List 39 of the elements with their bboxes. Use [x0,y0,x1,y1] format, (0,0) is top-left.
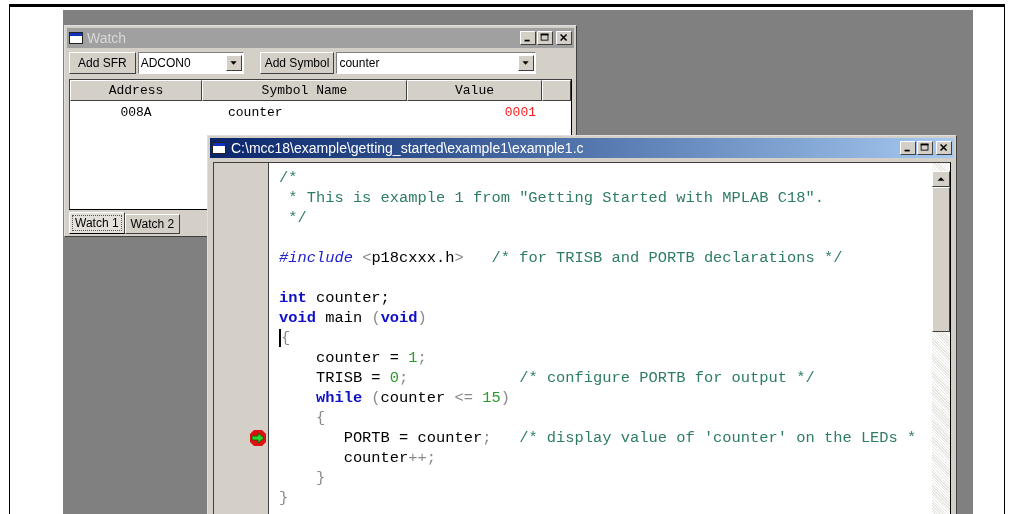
code-line: while (counter <= 15) [314,388,510,408]
watch-tab[interactable]: Watch 1 [69,212,125,234]
table-cell-text: counter [227,104,284,123]
code-line: PORTB = counter; /* display value of 'counter' on the LEDs * [342,428,917,448]
column-header[interactable]: Value [407,80,542,101]
minimize-icon[interactable] [520,31,536,45]
close-icon[interactable] [556,31,572,45]
column-header[interactable]: Address [70,80,202,101]
window-icon [69,32,83,44]
watch-tab[interactable]: Watch 2 [124,214,181,234]
code-line: #include <p18cxxx.h> /* for TRISB and PORTB declarations */ [279,248,843,268]
window-title: C:\mcc18\example\getting_started\example1\example1.c [231,138,585,158]
code-line: int counter; [279,288,390,308]
code-line: } [279,488,289,508]
symbol-dropdown[interactable]: counter [336,52,537,74]
code-line: { [281,328,291,348]
table-cell-text: 0001 [503,104,537,123]
scroll-thumb[interactable] [932,187,950,332]
column-header[interactable]: Symbol Name [202,80,407,101]
code-line: counter++; [342,448,437,468]
add-symbol-button[interactable]: Add Symbol [259,52,335,74]
window-title: Watch [87,28,128,48]
code-line: /* [279,168,298,188]
minimize-icon[interactable] [900,141,916,155]
code-line: */ [287,208,307,228]
maximize-icon[interactable] [917,141,933,155]
window-icon [212,142,226,154]
scrollbar[interactable] [932,163,950,514]
code-line: * This is example 1 from "Getting Started with MPLAB C18". [287,188,824,208]
code-line: counter = 1; [314,348,427,368]
table-cell-text: 008A [119,104,153,123]
code-line: TRISB = 0; /* configure PORTB for output */ [314,368,815,388]
maximize-icon[interactable] [537,31,553,45]
code-line: void main (void) [279,308,427,328]
close-icon[interactable] [936,141,952,155]
code-line: } [314,468,326,488]
add-sfr-button[interactable]: Add SFR [69,52,136,74]
code-line: { [314,408,326,428]
sfr-dropdown[interactable]: ADCON0 [137,52,244,74]
